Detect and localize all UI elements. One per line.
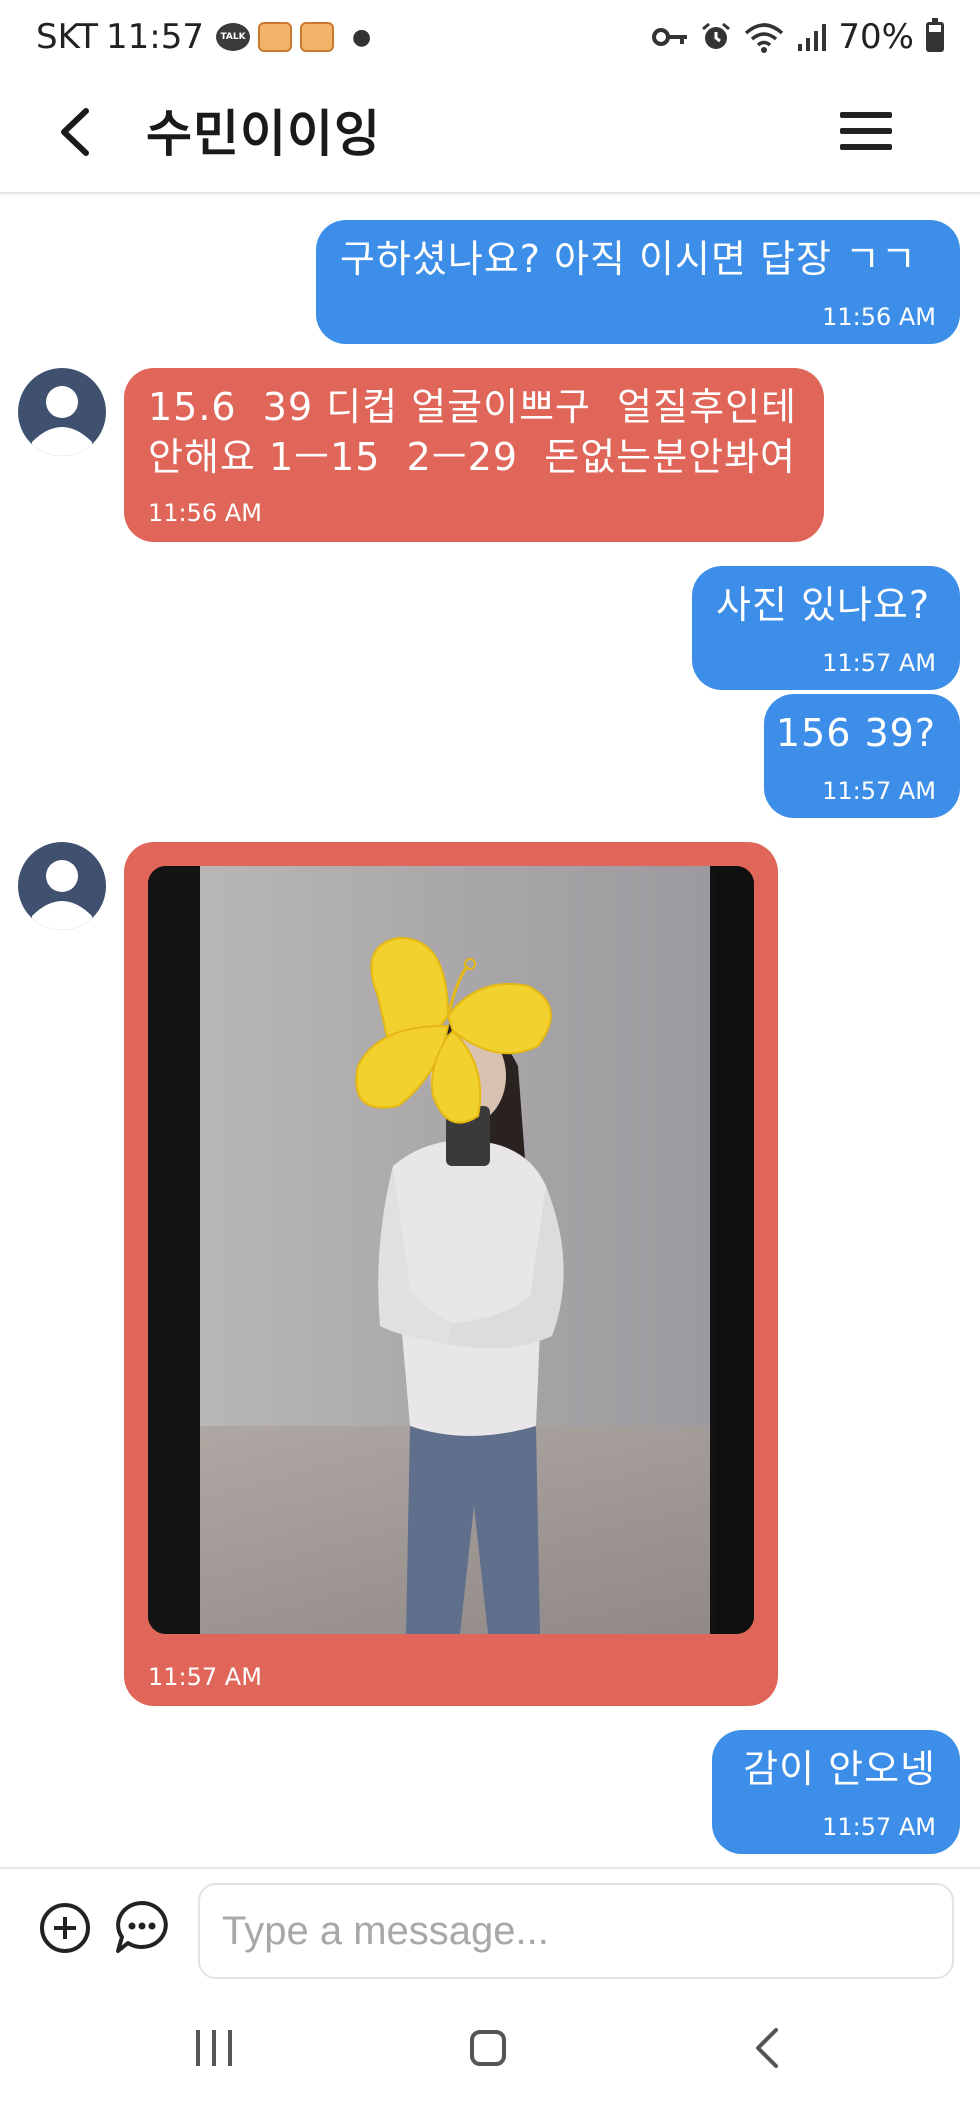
home-icon[interactable] — [470, 2030, 506, 2066]
contact-avatar[interactable] — [18, 842, 106, 930]
more-notifications-dot-icon: ● — [352, 24, 372, 50]
battery-level — [929, 32, 941, 49]
notification-app-icon — [258, 22, 292, 52]
status-left: SKT 11:57 TALK ● — [36, 12, 371, 62]
photo-image — [148, 866, 754, 1634]
recent-apps-icon[interactable] — [196, 2030, 232, 2066]
chevron-left-icon — [61, 108, 89, 156]
message-time: 11:56 AM — [822, 303, 936, 331]
message-time: 11:57 AM — [148, 1663, 262, 1691]
wifi-icon — [745, 23, 784, 53]
message-bubble-outgoing[interactable]: 156 39? 11:57 AM — [764, 694, 960, 818]
battery-icon — [926, 18, 944, 52]
back-button[interactable] — [44, 100, 104, 164]
plus-circle-icon[interactable] — [40, 1903, 90, 1953]
message-time: 11:56 AM — [148, 499, 262, 527]
message-bubble-outgoing[interactable]: 감이 안오넹 11:57 AM — [712, 1730, 960, 1854]
person-avatar-icon — [32, 386, 92, 456]
message-input[interactable] — [198, 1883, 954, 1979]
message-text: 15.6 39 디컵 얼굴이쁘구 얼질후인테 안해요 1ㅡ15 2ㅡ29 돈없는… — [148, 385, 797, 479]
hamburger-menu-icon[interactable] — [840, 106, 892, 156]
status-bar: SKT 11:57 TALK ● 70% — [0, 0, 980, 72]
chat-bubble-icon[interactable] — [114, 1899, 170, 1955]
message-text: 구하셨나요? 아직 이시면 답장 ㄱㄱ — [340, 237, 917, 281]
message-text: 사진 있나요? — [716, 583, 931, 627]
contact-avatar[interactable] — [18, 368, 106, 456]
status-time: 11:57 — [106, 17, 204, 57]
message-photo[interactable] — [148, 866, 754, 1634]
message-bubble-incoming-photo[interactable]: 11:57 AM — [124, 842, 778, 1706]
signal-icon — [798, 24, 827, 51]
status-right: 70% — [652, 12, 944, 62]
system-nav-bar — [0, 1990, 980, 2101]
message-bubble-outgoing[interactable]: 구하셨나요? 아직 이시면 답장 ㄱㄱ 11:56 AM — [316, 220, 960, 344]
kakaotalk-icon: TALK — [216, 23, 250, 51]
chat-title: 수민이이잉 — [146, 105, 381, 163]
message-composer — [0, 1867, 980, 1979]
message-time: 11:57 AM — [822, 777, 936, 805]
message-text: 감이 안오넹 — [743, 1747, 936, 1791]
back-icon[interactable] — [748, 2026, 788, 2070]
carrier-label: SKT — [36, 17, 99, 57]
person-avatar-icon — [32, 860, 92, 930]
message-text: 156 39? — [775, 711, 936, 755]
message-bubble-outgoing[interactable]: 사진 있나요? 11:57 AM — [692, 566, 960, 690]
notification-app-icon — [300, 22, 334, 52]
vpn-key-icon — [652, 28, 688, 46]
alarm-icon — [702, 22, 731, 49]
battery-percent: 70% — [838, 17, 914, 57]
message-bubble-incoming[interactable]: 15.6 39 디컵 얼굴이쁘구 얼질후인테 안해요 1ㅡ15 2ㅡ29 돈없는… — [124, 368, 824, 542]
message-time: 11:57 AM — [822, 1813, 936, 1841]
plus-icon — [54, 1917, 76, 1939]
message-time: 11:57 AM — [822, 649, 936, 677]
phone-screen: SKT 11:57 TALK ● 70% 수민이이잉 구하셨나요? 아직 이시면… — [0, 0, 980, 2101]
chat-header: 수민이이잉 — [0, 72, 980, 194]
